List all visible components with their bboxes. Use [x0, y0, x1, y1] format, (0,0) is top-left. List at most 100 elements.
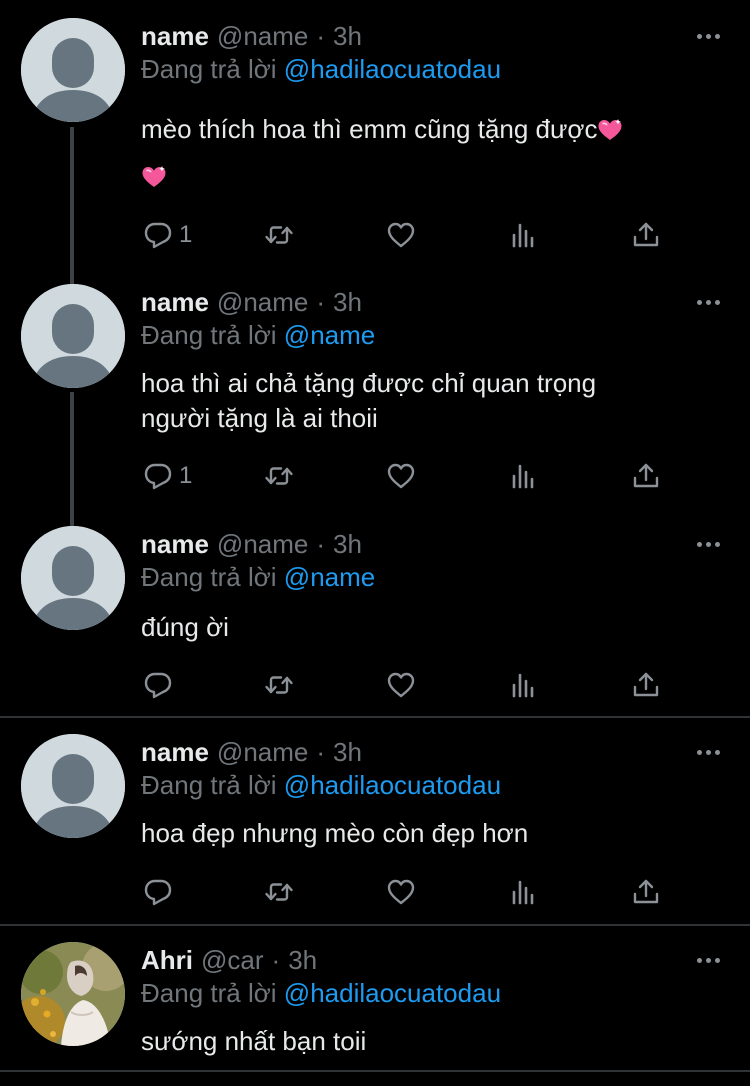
display-name[interactable]: name — [141, 287, 209, 318]
replying-to: Đang trả lời @hadilaocuatodau — [141, 978, 501, 1009]
user-handle[interactable]: @name — [217, 21, 308, 52]
default-avatar-icon[interactable] — [21, 18, 125, 122]
like-button[interactable] — [386, 218, 416, 252]
reply-icon — [143, 220, 173, 250]
like-button[interactable] — [386, 459, 416, 493]
default-avatar-icon[interactable] — [21, 284, 125, 388]
tweet[interactable]: Ahri @car · 3h Đang trả lời @hadilaocuat… — [0, 942, 750, 1086]
tweet-text-line: người tặng là ai thoii — [141, 403, 378, 433]
more-dots-icon[interactable] — [694, 292, 722, 312]
views-button[interactable] — [508, 459, 538, 493]
tweet-actions — [0, 875, 750, 909]
user-handle[interactable]: @name — [217, 737, 308, 768]
display-name[interactable]: Ahri — [141, 945, 193, 976]
tweet-actions — [0, 668, 750, 702]
heart-icon — [386, 877, 416, 907]
reply-button[interactable] — [143, 668, 173, 702]
mention-link[interactable]: @name — [284, 320, 375, 350]
views-button[interactable] — [508, 218, 538, 252]
display-name[interactable]: name — [141, 737, 209, 768]
retweet-button[interactable] — [264, 668, 294, 702]
share-icon — [631, 877, 661, 907]
default-avatar-icon[interactable] — [21, 526, 125, 630]
user-handle[interactable]: @name — [217, 287, 308, 318]
analytics-icon — [508, 220, 538, 250]
share-button[interactable] — [631, 218, 661, 252]
tweet-header: name @name · 3h — [141, 526, 362, 562]
views-button[interactable] — [508, 875, 538, 909]
reply-icon — [143, 461, 173, 491]
user-handle[interactable]: @name — [217, 529, 308, 560]
tweet-header: name @name · 3h — [141, 734, 362, 770]
reply-icon — [143, 670, 173, 700]
replying-to-label: Đang trả lời — [141, 562, 277, 592]
tweet-text: đúng ời — [141, 610, 701, 645]
tweet-text-line: sướng nhất bạn toii — [141, 1026, 367, 1056]
tweet[interactable]: name @name · 3h Đang trả lời @hadilaocua… — [0, 734, 750, 924]
share-button[interactable] — [631, 459, 661, 493]
more-dots-icon[interactable] — [694, 534, 722, 554]
reply-count: 1 — [179, 221, 193, 248]
timestamp[interactable]: 3h — [288, 945, 317, 976]
retweet-button[interactable] — [264, 875, 294, 909]
like-button[interactable] — [386, 668, 416, 702]
tweet[interactable]: name @name · 3h Đang trả lời @name đúng … — [0, 526, 750, 716]
analytics-icon — [508, 461, 538, 491]
timestamp[interactable]: 3h — [333, 21, 362, 52]
views-button[interactable] — [508, 668, 538, 702]
separator-dot: · — [316, 736, 326, 767]
tweet-text-line: hoa đẹp nhưng mèo còn đẹp hơn — [141, 818, 529, 848]
tweet-text-line: mèo thích hoa thì emm cũng tặng được — [141, 114, 598, 144]
tweet-text: sướng nhất bạn toii — [141, 1024, 701, 1059]
replying-to: Đang trả lời @hadilaocuatodau — [141, 54, 501, 85]
default-avatar-icon[interactable] — [21, 734, 125, 838]
more-dots-icon[interactable] — [694, 26, 722, 46]
retweet-button[interactable] — [264, 459, 294, 493]
replying-to: Đang trả lời @name — [141, 562, 375, 593]
user-handle[interactable]: @car — [201, 945, 264, 976]
share-button[interactable] — [631, 668, 661, 702]
tweet-divider — [0, 924, 750, 926]
replying-to-label: Đang trả lời — [141, 320, 277, 350]
share-button[interactable] — [631, 875, 661, 909]
tweet-header: name @name · 3h — [141, 18, 362, 54]
mention-link[interactable]: @hadilaocuatodau — [284, 770, 501, 800]
mention-link[interactable]: @hadilaocuatodau — [284, 978, 501, 1008]
like-button[interactable] — [386, 875, 416, 909]
mention-link[interactable]: @hadilaocuatodau — [284, 54, 501, 84]
reply-count: 1 — [179, 462, 193, 489]
retweet-icon — [264, 461, 294, 491]
tweet-header: Ahri @car · 3h — [141, 942, 317, 978]
tweet-header: name @name · 3h — [141, 284, 362, 320]
analytics-icon — [508, 670, 538, 700]
separator-dot: · — [316, 528, 326, 559]
retweet-icon — [264, 670, 294, 700]
timestamp[interactable]: 3h — [333, 287, 362, 318]
tweet-actions: 1 — [0, 459, 750, 493]
reply-button[interactable]: 1 — [143, 218, 192, 252]
replying-to: Đang trả lời @hadilaocuatodau — [141, 770, 501, 801]
photo-avatar[interactable] — [21, 942, 125, 1046]
display-name[interactable]: name — [141, 529, 209, 560]
separator-dot: · — [271, 944, 281, 975]
timestamp[interactable]: 3h — [333, 737, 362, 768]
tweet-text-line: hoa thì ai chả tặng được chỉ quan trọng — [141, 368, 597, 398]
reply-button[interactable] — [143, 875, 173, 909]
tweet-text: hoa đẹp nhưng mèo còn đẹp hơn — [141, 816, 701, 851]
mention-link[interactable]: @name — [284, 562, 375, 592]
share-icon — [631, 461, 661, 491]
timestamp[interactable]: 3h — [333, 529, 362, 560]
retweet-button[interactable] — [264, 218, 294, 252]
display-name[interactable]: name — [141, 21, 209, 52]
tweet-text: mèo thích hoa thì emm cũng tặng được — [141, 112, 701, 194]
tweet[interactable]: name @name · 3h Đang trả lời @name hoa t… — [0, 284, 750, 504]
retweet-icon — [264, 220, 294, 250]
tweet-text-line: đúng ời — [141, 612, 229, 642]
share-icon — [631, 670, 661, 700]
tweet[interactable]: name @name · 3h Đang trả lời @hadilaocua… — [0, 18, 750, 258]
more-dots-icon[interactable] — [694, 742, 722, 762]
more-dots-icon[interactable] — [694, 950, 722, 970]
sparkling-heart-emoji — [141, 165, 167, 189]
reply-button[interactable]: 1 — [143, 459, 192, 493]
tweet-text: hoa thì ai chả tặng được chỉ quan trọng … — [141, 366, 701, 436]
